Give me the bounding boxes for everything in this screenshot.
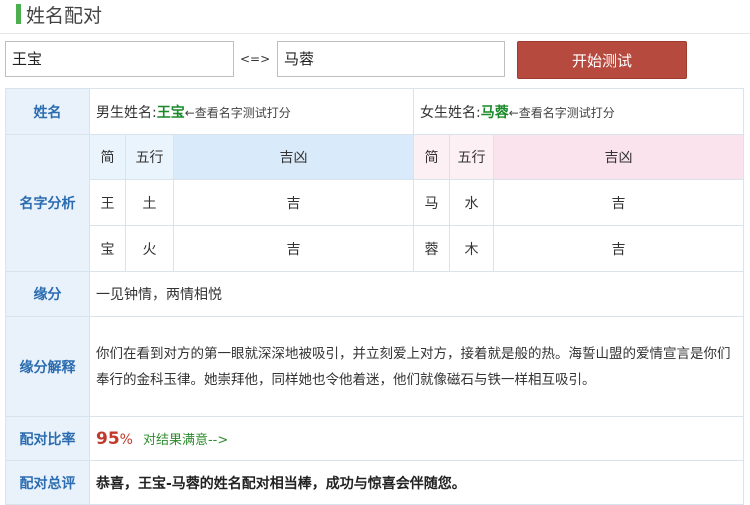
ratio-unit: % — [119, 431, 133, 448]
female-col-luck: 吉凶 — [493, 134, 745, 180]
page-title: 姓名配对 — [26, 5, 103, 27]
summary-row-label: 配对总评 — [5, 460, 90, 505]
summary-text: 恭喜，王宝-马蓉的姓名配对相当棒，成功与惊喜会伴随您。 — [88, 460, 745, 505]
male-name-hint: ←查看名字测试打分 — [184, 105, 291, 120]
analysis-row-label: 名字分析 — [5, 134, 90, 272]
explanation-row-label: 缘分解释 — [5, 316, 90, 417]
male-element: 火 — [125, 225, 174, 272]
female-name-input[interactable]: 马蓉 — [277, 41, 505, 77]
satisfied-link[interactable]: 对结果满意--> — [143, 433, 228, 448]
male-name-cell: 男生姓名:王宝←查看名字测试打分 — [88, 88, 415, 135]
female-name-link[interactable]: 马蓉 — [481, 105, 509, 121]
start-test-button[interactable]: 开始测试 — [517, 41, 687, 79]
female-element: 木 — [449, 225, 495, 272]
male-name-link[interactable]: 王宝 — [157, 105, 185, 121]
female-col-element: 五行 — [449, 134, 495, 180]
name-row: 姓名 男生姓名:王宝←查看名字测试打分 女生姓名:马蓉←查看名字测试打分 — [5, 88, 745, 135]
female-luck: 吉 — [493, 179, 745, 226]
fate-text: 一见钟情，两情相悦 — [88, 271, 745, 317]
title-divider — [0, 33, 750, 34]
female-name-cell: 女生姓名:马蓉←查看名字测试打分 — [413, 88, 745, 135]
explanation-row: 缘分解释 你们在看到对方的第一眼就深深地被吸引，并立刻爱上对方，接着就是般的热。… — [5, 316, 745, 417]
female-element: 水 — [449, 179, 495, 226]
ratio-cell: 95% 对结果满意--> — [88, 416, 745, 461]
male-luck: 吉 — [172, 179, 415, 226]
analysis-header-row: 名字分析 简 五行 吉凶 简 五行 吉凶 — [5, 134, 745, 272]
separator-text: <=> — [240, 52, 271, 66]
male-col-luck: 吉凶 — [172, 134, 415, 180]
name-row-label: 姓名 — [5, 88, 90, 135]
result-table: 姓名 男生姓名:王宝←查看名字测试打分 女生姓名:马蓉←查看名字测试打分 名字分… — [5, 88, 745, 505]
ratio-row: 配对比率 95% 对结果满意--> — [5, 416, 745, 461]
female-name-hint: ←查看名字测试打分 — [508, 105, 615, 120]
title-accent-bar — [16, 4, 21, 24]
analysis-row: 宝 火 吉 蓉 木 吉 — [6, 225, 745, 272]
title-bar: 姓名配对 — [0, 0, 750, 30]
ratio-value: 95 — [96, 428, 120, 449]
explanation-text: 你们在看到对方的第一眼就深深地被吸引，并立刻爱上对方，接着就是般的热。海誓山盟的… — [88, 316, 745, 417]
female-char: 马 — [413, 179, 451, 226]
fate-row-label: 缘分 — [5, 271, 90, 317]
male-name-prefix: 男生姓名: — [96, 104, 157, 121]
fate-row: 缘分 一见钟情，两情相悦 — [5, 271, 745, 317]
male-col-element: 五行 — [125, 134, 174, 180]
male-col-char: 简 — [89, 134, 126, 180]
male-luck: 吉 — [172, 225, 415, 272]
analysis-row: 王 土 吉 马 水 吉 — [6, 179, 745, 226]
female-col-char: 简 — [413, 134, 451, 180]
female-luck: 吉 — [493, 225, 745, 272]
ratio-row-label: 配对比率 — [5, 416, 90, 461]
male-char: 王 — [89, 179, 126, 226]
female-char: 蓉 — [413, 225, 451, 272]
male-char: 宝 — [89, 225, 126, 272]
summary-row: 配对总评 恭喜，王宝-马蓉的姓名配对相当棒，成功与惊喜会伴随您。 — [5, 460, 745, 505]
male-name-input[interactable]: 王宝 — [5, 41, 234, 77]
male-element: 土 — [125, 179, 174, 226]
female-name-prefix: 女生姓名: — [420, 104, 481, 121]
